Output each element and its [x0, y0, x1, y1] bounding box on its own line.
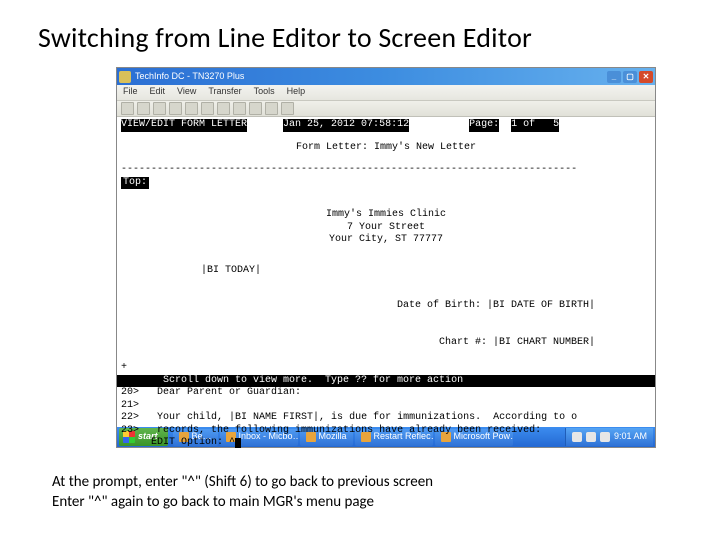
window-titlebar: TechInfo DC - TN3270 Plus _ ▢ ✕ [117, 68, 655, 85]
toolbar-icon[interactable] [265, 102, 278, 115]
today-field: |BI TODAY| [121, 265, 651, 278]
slide-title: Switching from Line Editor to Screen Edi… [0, 0, 720, 67]
toolbar-icon[interactable] [153, 102, 166, 115]
editor-line-22: 22> Your child, |BI NAME FIRST|, is due … [121, 412, 651, 425]
toolbar-icon[interactable] [249, 102, 262, 115]
chart-label: Chart #: [439, 337, 487, 348]
toolbar-icon[interactable] [137, 102, 150, 115]
toolbar-icon[interactable] [233, 102, 246, 115]
dob-field: |BI DATE OF BIRTH| [487, 300, 595, 311]
slide-caption: At the prompt, enter "^" (Shift 6) to go… [52, 472, 433, 513]
caption-line-1: At the prompt, enter "^" (Shift 6) to go… [52, 472, 433, 492]
toolbar-icon[interactable] [185, 102, 198, 115]
top-label: Top: [121, 177, 149, 190]
menubar: File Edit View Transfer Tools Help [117, 85, 655, 101]
toolbar-icon[interactable] [169, 102, 182, 115]
spacer [247, 119, 283, 132]
edit-option-label: EDIT Option: [151, 437, 229, 448]
spacer [499, 119, 511, 132]
editor-line-21: 21> [121, 400, 651, 413]
editor-line-20: 20> Dear Parent or Guardian: [121, 387, 651, 400]
edit-option-row[interactable]: EDIT Option: ^ [121, 437, 651, 450]
toolbar-icon[interactable] [201, 102, 214, 115]
screen-header-left: VIEW/EDIT FORM LETTER [121, 119, 247, 132]
page-value: 1 of 5 [511, 119, 559, 132]
toolbar-icon[interactable] [121, 102, 134, 115]
divider-line: ----------------------------------------… [121, 164, 651, 177]
menu-tools[interactable]: Tools [254, 86, 275, 99]
screen-header-date: Jan 25, 2012 07:58:12 [283, 119, 409, 132]
page-label: Page: [469, 119, 499, 132]
menu-transfer[interactable]: Transfer [208, 86, 241, 99]
plus-marker: + [121, 362, 651, 375]
scroll-hint-row: Scroll down to view more. Type ?? for mo… [117, 375, 655, 388]
app-icon [119, 71, 131, 83]
clinic-name: Immy's Immies Clinic [121, 209, 651, 222]
spacer [409, 119, 469, 132]
toolbar [117, 101, 655, 117]
clinic-city: Your City, ST 77777 [121, 234, 651, 247]
form-letter-label: Form Letter: Immy's New Letter [121, 142, 651, 155]
clinic-street: 7 Your Street [121, 222, 651, 235]
dob-label: Date of Birth: [397, 300, 481, 311]
menu-view[interactable]: View [177, 86, 196, 99]
close-button[interactable]: ✕ [639, 71, 653, 83]
maximize-button[interactable]: ▢ [623, 71, 637, 83]
chart-field: |BI CHART NUMBER| [493, 337, 595, 348]
cursor-icon [235, 438, 241, 448]
caption-line-2: Enter "^" again to go back to main MGR's… [52, 492, 433, 512]
terminal-body: VIEW/EDIT FORM LETTER Jan 25, 2012 07:58… [117, 117, 655, 427]
menu-file[interactable]: File [123, 86, 138, 99]
window-title: TechInfo DC - TN3270 Plus [135, 71, 605, 82]
minimize-button[interactable]: _ [607, 71, 621, 83]
toolbar-icon[interactable] [281, 102, 294, 115]
editor-line-23: 23> records, the following immunizations… [121, 425, 651, 438]
toolbar-icon[interactable] [217, 102, 230, 115]
terminal-window: TechInfo DC - TN3270 Plus _ ▢ ✕ File Edi… [116, 67, 656, 448]
menu-edit[interactable]: Edit [150, 86, 166, 99]
menu-help[interactable]: Help [287, 86, 306, 99]
